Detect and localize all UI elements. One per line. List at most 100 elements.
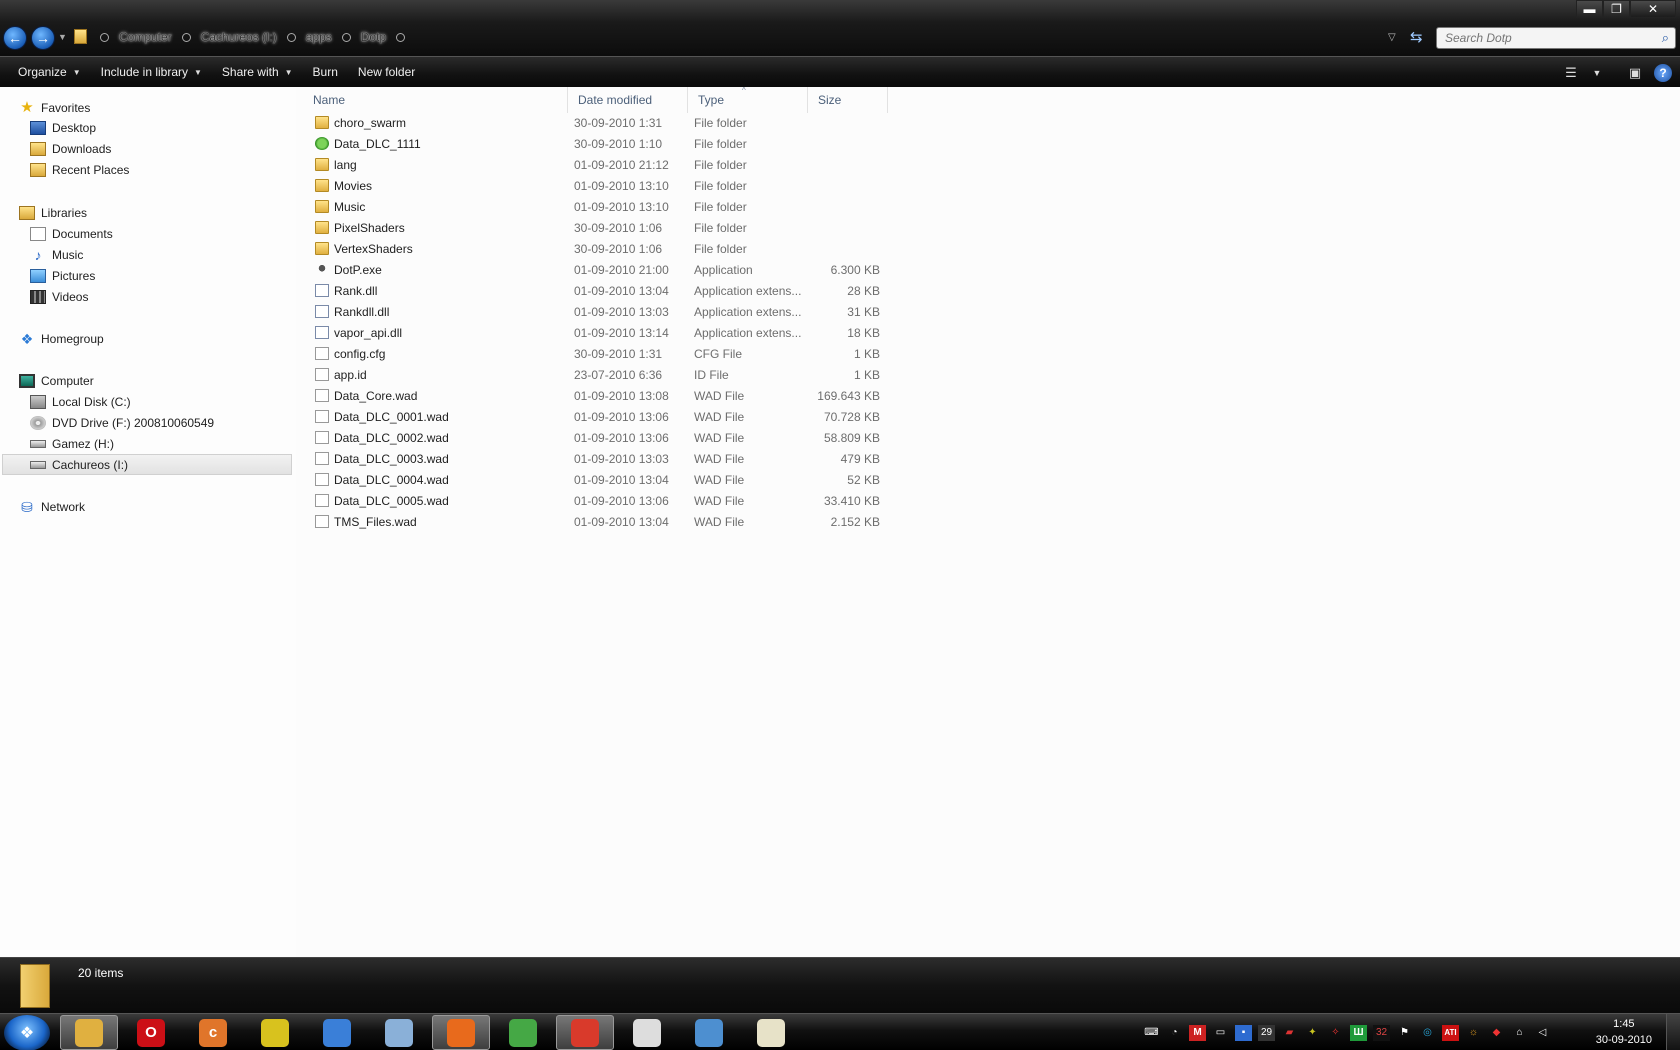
- nav-desktop[interactable]: Desktop: [30, 117, 96, 138]
- change-view-icon[interactable]: ☰: [1558, 65, 1584, 81]
- file-row[interactable]: Data_DLC_0002.wad 01-09-2010 13:06 WAD Fil…: [296, 428, 896, 449]
- breadcrumb-computer[interactable]: Computer: [117, 30, 174, 44]
- column-header-type[interactable]: Type: [688, 87, 808, 113]
- taskbar-app-app-orange[interactable]: c: [184, 1015, 242, 1050]
- nav-cachureos[interactable]: Cachureos (I:): [2, 454, 292, 475]
- recent-pages-dropdown[interactable]: ▼: [58, 32, 67, 42]
- preview-pane-icon[interactable]: ▣: [1622, 65, 1648, 81]
- file-row[interactable]: vapor_api.dll 01-09-2010 13:14 Application…: [296, 323, 896, 344]
- file-row[interactable]: Music 01-09-2010 13:10 File folder: [296, 197, 896, 218]
- file-row[interactable]: VertexShaders 30-09-2010 1:06 File folder: [296, 239, 896, 260]
- file-row[interactable]: Data_Core.wad 01-09-2010 13:08 WAD File 169…: [296, 386, 896, 407]
- taskbar-app-firefox[interactable]: [432, 1015, 490, 1050]
- file-row[interactable]: Data_DLC_0001.wad 01-09-2010 13:06 WAD Fil…: [296, 407, 896, 428]
- close-button[interactable]: ✕: [1630, 0, 1676, 18]
- nav-pictures[interactable]: Pictures: [30, 265, 95, 286]
- taskbar-app-chrome[interactable]: [556, 1015, 614, 1050]
- nav-network[interactable]: ⛁ Network: [19, 496, 85, 517]
- taskbar-app-notepad[interactable]: [742, 1015, 800, 1050]
- taskbar-app-opera[interactable]: O: [122, 1015, 180, 1050]
- share-with-button[interactable]: Share with ▼: [212, 57, 303, 88]
- nav-libraries[interactable]: Libraries: [19, 202, 87, 223]
- display-icon[interactable]: ▭: [1212, 1025, 1229, 1041]
- gmail-icon[interactable]: M: [1189, 1024, 1206, 1041]
- file-row[interactable]: DotP.exe 01-09-2010 21:00 Application 6.300…: [296, 260, 896, 281]
- nav-computer[interactable]: Computer: [19, 370, 94, 391]
- temperature-badge[interactable]: 32: [1373, 1024, 1390, 1041]
- nav-videos[interactable]: Videos: [30, 286, 88, 307]
- refresh-icon[interactable]: ⇆: [1410, 28, 1423, 46]
- power-icon[interactable]: ⌂: [1511, 1025, 1528, 1041]
- file-row[interactable]: TMS_Files.wad 01-09-2010 13:04 WAD File 2.1…: [296, 512, 896, 533]
- green-tray-icon[interactable]: Ш: [1350, 1024, 1367, 1041]
- taskbar-app-app-yellow[interactable]: [246, 1015, 304, 1050]
- clock[interactable]: 1:45 30-09-2010: [1596, 1016, 1652, 1048]
- keyboard-icon[interactable]: ⌨: [1143, 1025, 1160, 1041]
- file-row[interactable]: Rank.dll 01-09-2010 13:04 Application exte…: [296, 281, 896, 302]
- column-header-size[interactable]: Size: [808, 87, 888, 113]
- breadcrumb-dotp[interactable]: Dotp: [359, 30, 388, 44]
- taskbar-app-calculator[interactable]: [370, 1015, 428, 1050]
- taskbar-app-messenger[interactable]: [494, 1015, 552, 1050]
- include-in-library-button[interactable]: Include in library ▼: [91, 57, 212, 88]
- burn-button[interactable]: Burn: [303, 57, 348, 88]
- breadcrumb-separator-icon[interactable]: [341, 32, 351, 42]
- column-header-name[interactable]: Name: [296, 87, 568, 113]
- nav-favorites[interactable]: ★ Favorites: [19, 97, 90, 118]
- yellow-tray-icon[interactable]: ✦: [1304, 1025, 1321, 1041]
- blue-ring-icon[interactable]: ◎: [1419, 1025, 1436, 1041]
- taskbar-app-app-blue[interactable]: [308, 1015, 366, 1050]
- calendar-badge[interactable]: 29: [1258, 1024, 1275, 1041]
- file-row[interactable]: config.cfg 30-09-2010 1:31 CFG File 1 KB: [296, 344, 896, 365]
- volume-icon[interactable]: ◁: [1534, 1025, 1551, 1041]
- nav-documents[interactable]: Documents: [30, 223, 113, 244]
- minimize-button[interactable]: ▬: [1576, 0, 1603, 18]
- nav-homegroup[interactable]: ❖ Homegroup: [19, 328, 104, 349]
- breadcrumb-separator-icon[interactable]: [100, 32, 109, 42]
- app-tray-icon[interactable]: ▪: [1235, 1024, 1252, 1041]
- file-row[interactable]: Movies 01-09-2010 13:10 File folder: [296, 176, 896, 197]
- nav-local-disk[interactable]: Local Disk (C:): [30, 391, 131, 412]
- breadcrumb-separator-icon[interactable]: [181, 32, 191, 42]
- nav-recent-places[interactable]: Recent Places: [30, 159, 129, 180]
- taskbar-app-explorer[interactable]: [60, 1015, 118, 1050]
- file-row[interactable]: lang 01-09-2010 21:12 File folder: [296, 155, 896, 176]
- breadcrumb-cachureos[interactable]: Cachureos (I:): [199, 30, 279, 44]
- maximize-button[interactable]: ❐: [1603, 0, 1630, 18]
- help-icon[interactable]: ?: [1654, 63, 1672, 82]
- breadcrumb-separator-icon[interactable]: [396, 32, 406, 42]
- file-row[interactable]: Rankdll.dll 01-09-2010 13:03 Application e…: [296, 302, 896, 323]
- file-row[interactable]: choro_swarm 30-09-2010 1:31 File folder: [296, 113, 896, 134]
- file-row[interactable]: Data_DLC_0004.wad 01-09-2010 13:04 WAD Fil…: [296, 470, 896, 491]
- column-header-date[interactable]: Date modified: [568, 87, 688, 113]
- network-monitor-icon[interactable]: ◔: [1166, 1025, 1183, 1041]
- nav-gamez[interactable]: Gamez (H:): [30, 433, 114, 454]
- taskbar-app-paint[interactable]: [680, 1015, 738, 1050]
- address-dropdown[interactable]: ▽: [1388, 32, 1396, 43]
- breadcrumb-separator-icon[interactable]: [286, 32, 296, 42]
- organize-button[interactable]: Organize ▼: [8, 57, 91, 88]
- flag-tray-icon[interactable]: ▰: [1281, 1025, 1298, 1041]
- search-input[interactable]: [1437, 28, 1647, 48]
- view-options-dropdown-icon[interactable]: ▼: [1584, 68, 1610, 78]
- file-row[interactable]: PixelShaders 30-09-2010 1:06 File folder: [296, 218, 896, 239]
- taskbar-app-alien-app[interactable]: [618, 1015, 676, 1050]
- nav-dvd-drive[interactable]: DVD Drive (F:) 200810060549: [30, 412, 214, 433]
- nav-downloads[interactable]: Downloads: [30, 138, 111, 159]
- start-button[interactable]: ❖: [4, 1015, 50, 1050]
- file-row[interactable]: Data_DLC_1111 30-09-2010 1:10 File folder: [296, 134, 896, 155]
- sun-icon[interactable]: ☼: [1465, 1025, 1482, 1041]
- file-row[interactable]: Data_DLC_0003.wad 01-09-2010 13:03 WAD Fil…: [296, 449, 896, 470]
- breadcrumb-apps[interactable]: apps: [304, 30, 334, 44]
- ati-icon[interactable]: ATI: [1442, 1024, 1459, 1041]
- back-button[interactable]: ←: [3, 26, 27, 50]
- new-folder-button[interactable]: New folder: [348, 57, 425, 88]
- file-row[interactable]: app.id 23-07-2010 6:36 ID File 1 KB: [296, 365, 896, 386]
- show-desktop-button[interactable]: [1666, 1014, 1680, 1050]
- diamond-icon[interactable]: ◆: [1488, 1025, 1505, 1041]
- red-tray-icon[interactable]: ✧: [1327, 1025, 1344, 1041]
- action-center-flag-icon[interactable]: ⚑: [1396, 1025, 1413, 1041]
- nav-music[interactable]: ♪ Music: [30, 244, 84, 265]
- search-icon[interactable]: ⌕: [1662, 30, 1669, 46]
- file-row[interactable]: Data_DLC_0005.wad 01-09-2010 13:06 WAD Fil…: [296, 491, 896, 512]
